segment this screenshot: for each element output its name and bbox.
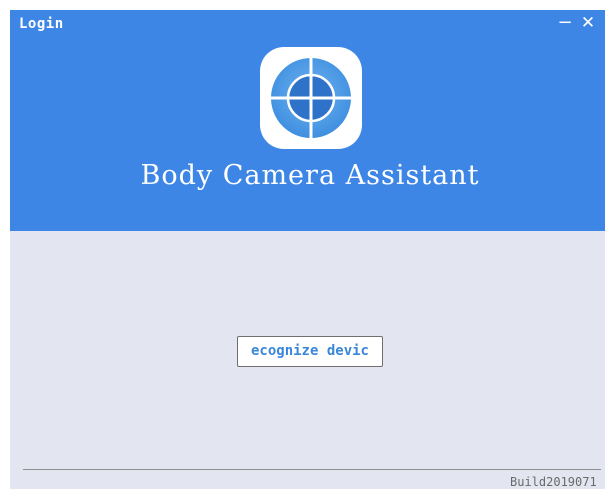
app-logo xyxy=(260,47,362,149)
build-version-label: Build2019071 xyxy=(510,475,597,489)
footer-divider xyxy=(23,469,601,470)
login-window: Login − ✕ Body Camera Assistant ecognize… xyxy=(10,10,605,489)
window-title: Login xyxy=(19,16,64,32)
app-name-title: Body Camera Assistant xyxy=(140,160,480,191)
header-banner: Login − ✕ Body Camera Assistant xyxy=(10,10,605,231)
crosshair-target-icon xyxy=(269,56,353,140)
minimize-button[interactable]: − xyxy=(555,12,575,34)
close-button[interactable]: ✕ xyxy=(578,12,598,34)
recognize-device-button[interactable]: ecognize devic xyxy=(237,336,383,367)
